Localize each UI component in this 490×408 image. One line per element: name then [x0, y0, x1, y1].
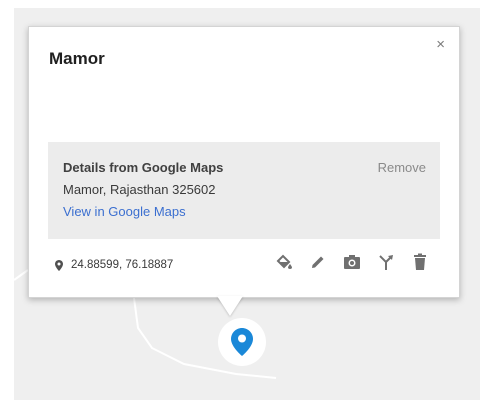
- details-title: Details from Google Maps: [63, 160, 224, 175]
- action-bar: [275, 253, 429, 271]
- paint-bucket-icon[interactable]: [275, 253, 293, 271]
- pencil-icon[interactable]: [309, 253, 327, 271]
- remove-link[interactable]: Remove: [378, 160, 426, 175]
- location-pin-icon: [55, 259, 63, 271]
- info-popup: Mamor × Details from Google Maps Remove …: [28, 26, 460, 298]
- view-in-google-maps-link[interactable]: View in Google Maps: [63, 204, 186, 219]
- popup-title: Mamor: [49, 49, 105, 68]
- details-panel: Details from Google Maps Remove Mamor, R…: [48, 142, 440, 239]
- details-address: Mamor, Rajasthan 325602: [63, 182, 216, 197]
- map-marker[interactable]: [218, 318, 266, 366]
- popup-pointer: [217, 296, 243, 316]
- trash-icon[interactable]: [411, 253, 429, 271]
- close-button[interactable]: ×: [436, 37, 445, 52]
- location-marker-icon: [231, 328, 253, 356]
- camera-icon[interactable]: [343, 253, 361, 271]
- directions-icon[interactable]: [377, 253, 395, 271]
- coordinates-text: 24.88599, 76.18887: [71, 259, 174, 271]
- coordinates-row: 24.88599, 76.18887: [55, 259, 173, 271]
